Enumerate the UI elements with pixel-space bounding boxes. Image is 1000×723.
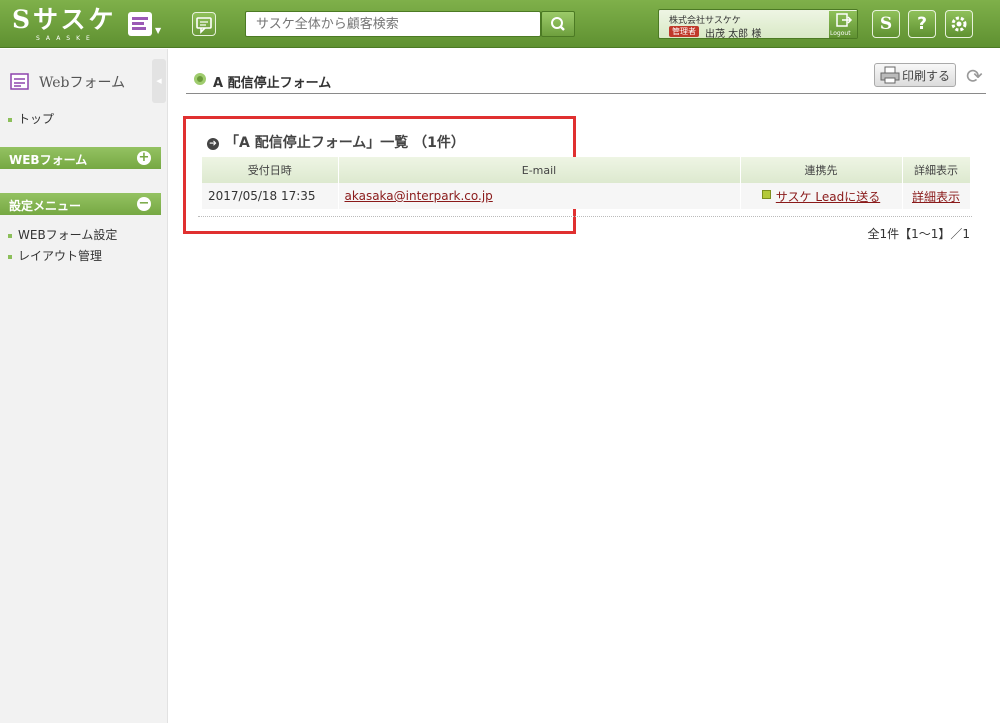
title-bullet-icon	[194, 73, 206, 85]
collapse-icon: −	[137, 196, 151, 211]
list-title: ➔ 「A 配信停止フォーム」一覧 （1件）	[207, 132, 465, 152]
column-header-integration: 連携先	[740, 157, 903, 183]
form-icon	[10, 73, 29, 90]
sidebar-section-settings[interactable]: 設定メニュー −	[0, 193, 161, 215]
message-icon[interactable]	[192, 12, 216, 36]
sidebar-section-webform[interactable]: WEBフォーム +	[0, 147, 161, 169]
logo-subtext: SAASKE	[36, 35, 96, 42]
print-button[interactable]: 印刷する	[874, 63, 956, 87]
help-label: ?	[917, 14, 927, 34]
table-row: 2017/05/18 17:35 akasaka@interpark.co.jp…	[202, 183, 971, 209]
saaske-s-icon: S	[879, 14, 893, 34]
submissions-table: 受付日時 E-mail 連携先 詳細表示 2017/05/18 17:35 ak…	[202, 157, 971, 209]
printer-icon	[880, 66, 900, 84]
expand-icon: +	[137, 150, 151, 165]
sidebar-title-label: Webフォーム	[39, 75, 126, 91]
bullet-icon	[8, 233, 12, 238]
list-title-text: 「A 配信停止フォーム」一覧 （1件）	[225, 135, 465, 151]
send-to-lead-link[interactable]: サスケ Leadに送る	[776, 190, 880, 204]
saaske-home-button[interactable]: S	[872, 10, 900, 38]
divider	[198, 216, 972, 217]
logo-text: Sサスケ	[12, 5, 117, 34]
sidebar-item-label: WEBフォーム設定	[18, 228, 118, 242]
page-title: A 配信停止フォーム	[213, 76, 332, 91]
logout-button[interactable]: Logout	[829, 11, 857, 38]
sidebar-item-webform-settings[interactable]: WEBフォーム設定	[8, 226, 117, 243]
search-icon	[551, 17, 565, 31]
search-button[interactable]	[541, 11, 575, 37]
logout-label: Logout	[830, 30, 851, 37]
gear-icon	[951, 16, 967, 32]
sidebar-collapse-toggle[interactable]: ◀	[152, 59, 166, 103]
detail-link[interactable]: 詳細表示	[912, 190, 960, 204]
sidebar-item-label: トップ	[18, 112, 55, 126]
bullet-icon	[8, 254, 12, 259]
role-badge: 管理者	[669, 26, 699, 37]
settings-button[interactable]	[945, 10, 973, 38]
sidebar-item-layout[interactable]: レイアウト管理	[8, 247, 102, 264]
top-header: Sサスケ SAASKE ▼ 株式会社サスケケ 管理者 出茂 太郎 様	[0, 0, 1000, 48]
user-name: 出茂 太郎 様	[705, 29, 762, 40]
column-header-email: E-mail	[338, 157, 741, 183]
print-label: 印刷する	[902, 69, 951, 83]
refresh-icon[interactable]: ⟳	[966, 65, 988, 87]
table-header-row: 受付日時 E-mail 連携先 詳細表示	[202, 157, 971, 183]
customer-search-input[interactable]	[245, 11, 541, 37]
email-link[interactable]: akasaka@interpark.co.jp	[345, 189, 493, 203]
page-header: A 配信停止フォーム 印刷する ⟳	[186, 63, 988, 94]
saaske-logo[interactable]: Sサスケ SAASKE	[12, 5, 117, 43]
user-info-panel: 株式会社サスケケ 管理者 出茂 太郎 様 Logout	[658, 9, 858, 40]
lead-icon	[761, 189, 771, 199]
pagination-info: 全1件【1～1】／1	[867, 227, 970, 241]
section-label: WEBフォーム	[9, 153, 88, 167]
sidebar-item-top[interactable]: トップ	[8, 110, 54, 127]
sidebar: Webフォーム ◀ トップ WEBフォーム + 設定メニュー − WEBフォーム…	[0, 49, 168, 723]
sidebar-item-label: レイアウト管理	[18, 249, 103, 263]
app-menu-icon[interactable]: ▼	[128, 12, 161, 36]
column-header-received: 受付日時	[202, 157, 339, 183]
received-datetime: 2017/05/18 17:35	[202, 183, 339, 209]
bullet-icon	[8, 117, 12, 122]
logout-icon	[836, 13, 853, 27]
integration-cell: サスケ Leadに送る	[740, 183, 903, 209]
email-cell: akasaka@interpark.co.jp	[338, 183, 741, 209]
column-header-detail: 詳細表示	[902, 157, 971, 183]
arrow-right-icon: ➔	[207, 138, 219, 150]
section-label: 設定メニュー	[9, 199, 82, 213]
detail-cell: 詳細表示	[902, 183, 971, 209]
help-button[interactable]: ?	[908, 10, 936, 38]
